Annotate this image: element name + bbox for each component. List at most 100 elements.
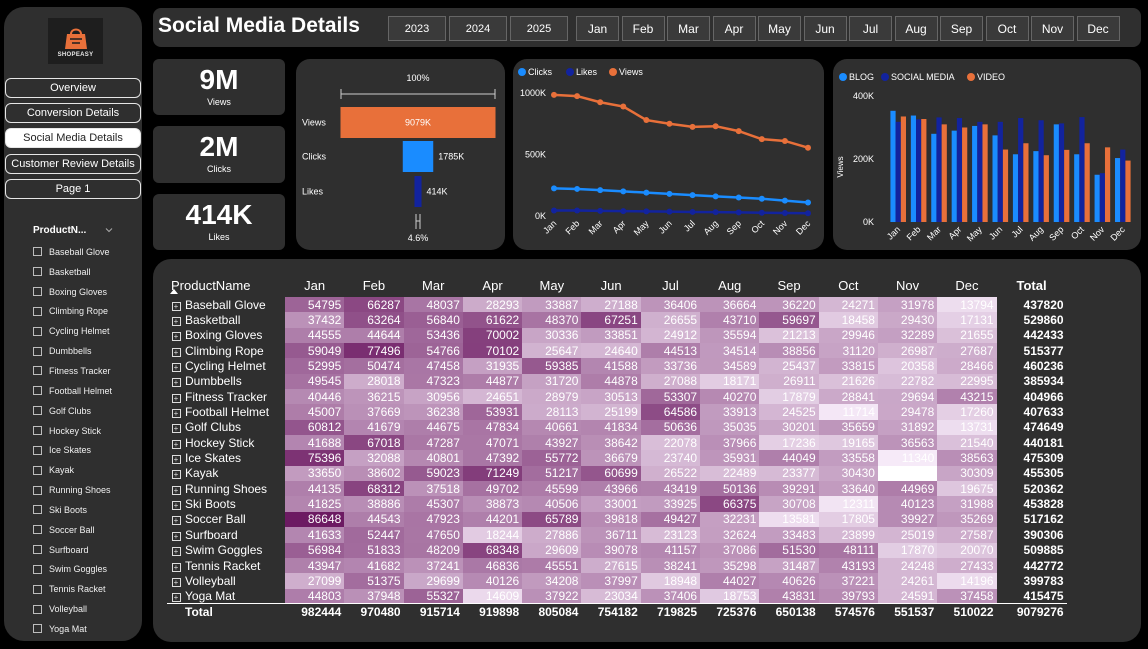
column-header-apr[interactable]: Apr [463,273,522,297]
slicer-item-football-helmet[interactable]: Football Helmet [33,381,112,401]
expand-row-button[interactable]: + [167,466,185,481]
column-header-oct[interactable]: Oct [819,273,878,297]
expand-row-button[interactable]: + [167,312,185,327]
month-button-apr[interactable]: Apr [712,16,756,41]
checkbox[interactable] [33,545,42,555]
nav-conversion-details-button[interactable]: Conversion Details [5,103,141,123]
year-button-2025[interactable]: 2025 [510,16,568,41]
expand-row-button[interactable]: + [167,543,185,558]
month-button-mar[interactable]: Mar [667,16,710,41]
checkbox[interactable] [33,485,42,495]
expand-row-button[interactable]: + [167,343,185,358]
slicer-item-golf-clubs[interactable]: Golf Clubs [33,401,112,421]
expand-row-button[interactable]: + [167,589,185,604]
slicer-item-baseball-glove[interactable]: Baseball Glove [33,242,112,262]
nav-page-1-button[interactable]: Page 1 [5,179,141,199]
slicer-item-hockey-stick[interactable]: Hockey Stick [33,421,112,441]
expand-row-button[interactable]: + [167,496,185,511]
checkbox[interactable] [33,604,42,614]
column-header-nov[interactable]: Nov [878,273,937,297]
expand-row-button[interactable]: + [167,328,185,343]
column-header-mar[interactable]: Mar [404,273,463,297]
checkbox[interactable] [33,445,42,455]
checkbox[interactable] [33,366,42,376]
month-button-oct[interactable]: Oct [985,16,1029,41]
month-button-jan[interactable]: Jan [576,16,619,41]
expand-row-button[interactable]: + [167,481,185,496]
month-button-sep[interactable]: Sep [940,16,983,41]
slicer-item-volleyball[interactable]: Volleyball [33,599,112,619]
month-button-nov[interactable]: Nov [1031,16,1074,41]
expand-row-button[interactable]: + [167,573,185,588]
plus-icon[interactable]: + [171,409,181,419]
plus-icon[interactable]: + [171,301,181,311]
column-header-jun[interactable]: Jun [581,273,640,297]
plus-icon[interactable]: + [171,378,181,388]
checkbox[interactable] [33,326,42,336]
column-header-sep[interactable]: Sep [759,273,818,297]
expand-row-button[interactable]: + [167,389,185,404]
slicer-item-kayak[interactable]: Kayak [33,460,112,480]
plus-icon[interactable]: + [171,516,181,526]
slicer-item-ski-boots[interactable]: Ski Boots [33,500,112,520]
column-header-jan[interactable]: Jan [285,273,344,297]
expand-row-button[interactable]: + [167,527,185,542]
slicer-item-tennis-racket[interactable]: Tennis Racket [33,579,112,599]
expand-row-button[interactable]: + [167,358,185,373]
nav-customer-review-details-button[interactable]: Customer Review Details [5,154,141,174]
column-header-dec[interactable]: Dec [937,273,996,297]
checkbox[interactable] [33,247,42,257]
expand-row-button[interactable]: + [167,420,185,435]
plus-icon[interactable]: + [171,317,181,327]
expand-row-button[interactable]: + [167,435,185,450]
plus-icon[interactable]: + [171,485,181,495]
checkbox[interactable] [33,287,42,297]
expand-row-button[interactable]: + [167,450,185,465]
month-button-jun[interactable]: Jun [803,16,847,41]
plus-icon[interactable]: + [171,439,181,449]
year-button-2023[interactable]: 2023 [388,16,446,41]
slicer-item-surfboard[interactable]: Surfboard [33,540,112,560]
month-button-aug[interactable]: Aug [894,16,938,41]
slicer-item-ice-skates[interactable]: Ice Skates [33,440,112,460]
month-button-feb[interactable]: Feb [621,16,665,41]
plus-icon[interactable]: + [171,501,181,511]
expand-row-button[interactable]: + [167,558,185,573]
plus-icon[interactable]: + [171,424,181,434]
slicer-item-fitness-tracker[interactable]: Fitness Tracker [33,361,112,381]
checkbox[interactable] [33,267,42,277]
slicer-item-soccer-ball[interactable]: Soccer Ball [33,520,112,540]
slicer-item-yoga-mat[interactable]: Yoga Mat [33,619,112,639]
plus-icon[interactable]: + [171,562,181,572]
checkbox[interactable] [33,426,42,436]
checkbox[interactable] [33,306,42,316]
plus-icon[interactable]: + [171,547,181,557]
plus-icon[interactable]: + [171,470,181,480]
plus-icon[interactable]: + [171,592,181,602]
column-header-total[interactable]: Total [997,273,1067,297]
month-button-dec[interactable]: Dec [1076,16,1120,41]
year-button-2024[interactable]: 2024 [449,16,507,41]
chevron-down-icon[interactable] [105,226,113,234]
column-header-productname[interactable]: ProductName [167,273,285,297]
slicer-item-cycling-helmet[interactable]: Cycling Helmet [33,321,112,341]
plus-icon[interactable]: + [171,455,181,465]
slicer-item-running-shoes[interactable]: Running Shoes [33,480,112,500]
checkbox[interactable] [33,386,42,396]
plus-icon[interactable]: + [171,393,181,403]
nav-overview-button[interactable]: Overview [5,78,141,98]
column-header-aug[interactable]: Aug [700,273,759,297]
checkbox[interactable] [33,564,42,574]
plus-icon[interactable]: + [171,347,181,357]
month-button-may[interactable]: May [758,16,801,41]
plus-icon[interactable]: + [171,332,181,342]
plus-icon[interactable]: + [171,577,181,587]
expand-row-button[interactable]: + [167,374,185,389]
column-header-jul[interactable]: Jul [641,273,700,297]
column-header-feb[interactable]: Feb [344,273,403,297]
checkbox[interactable] [33,346,42,356]
checkbox[interactable] [33,406,42,416]
slicer-item-dumbbells[interactable]: Dumbbells [33,341,112,361]
plus-icon[interactable]: + [171,363,181,373]
checkbox[interactable] [33,584,42,594]
